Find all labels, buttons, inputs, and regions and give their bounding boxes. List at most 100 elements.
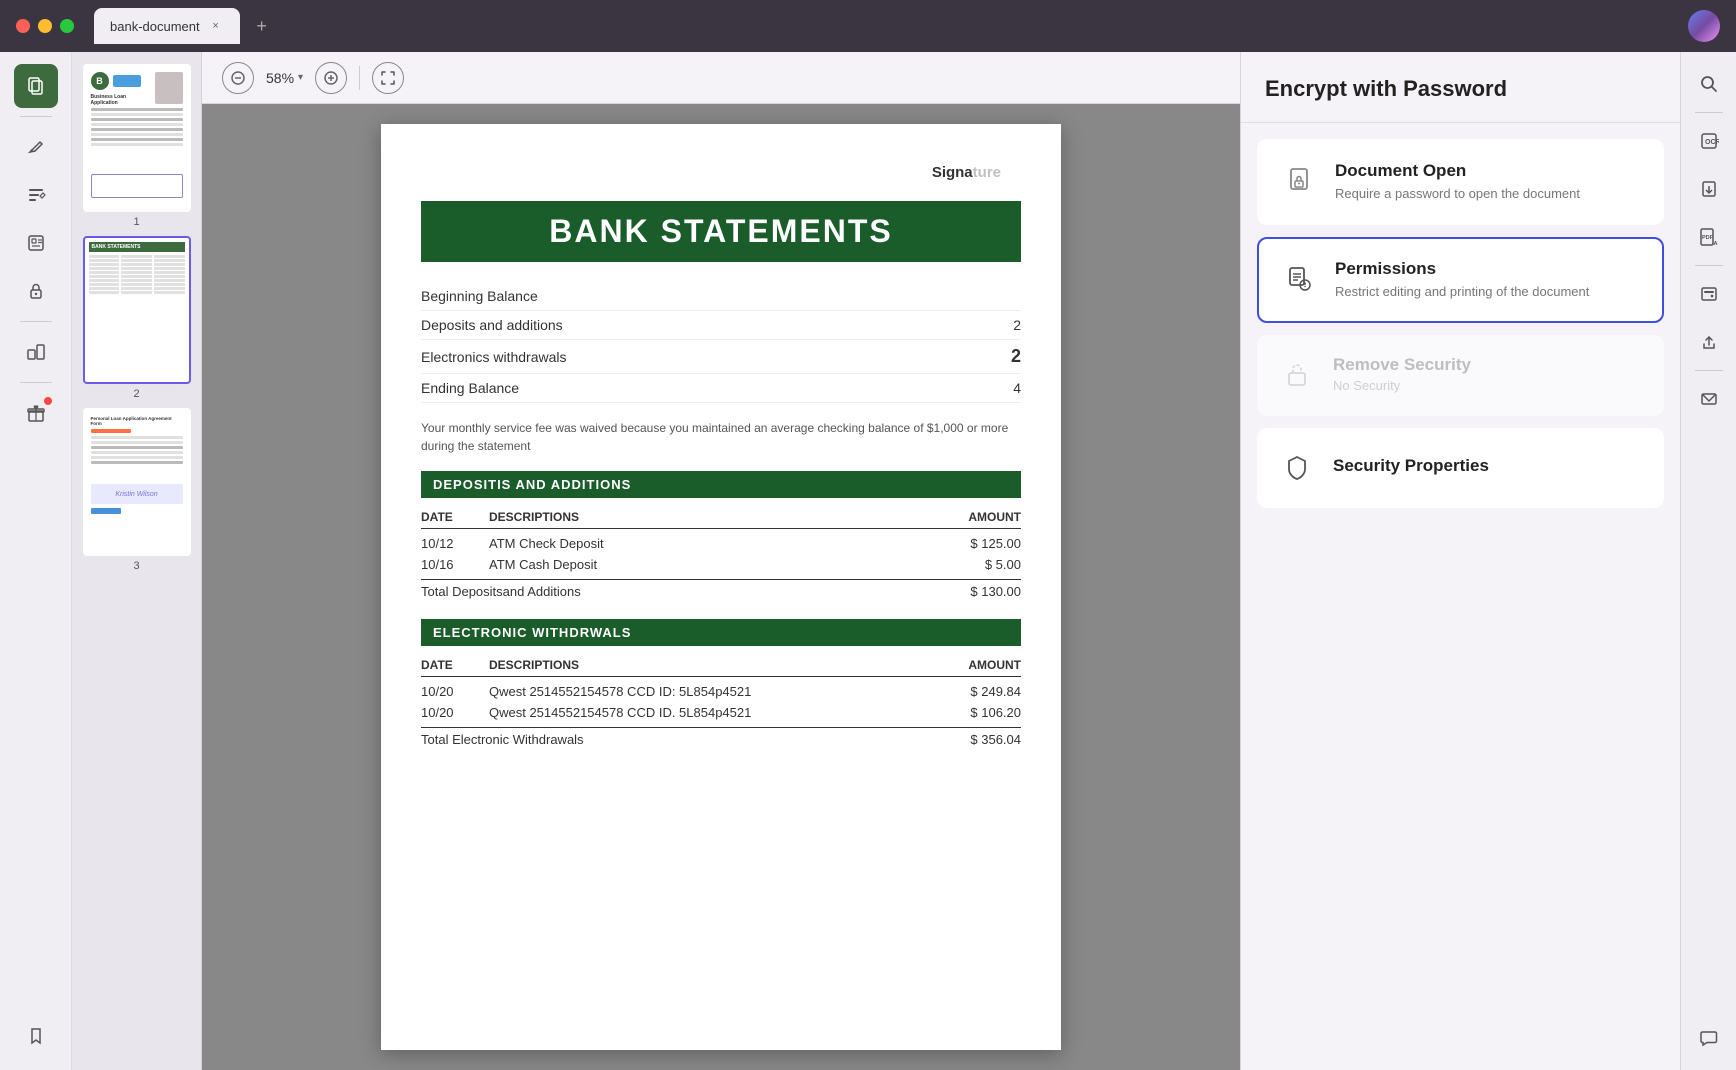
notification-dot	[44, 397, 52, 405]
withdrawals-desc-1: Qwest 2514552154578 CCD ID: 5L854p4521	[481, 684, 941, 699]
zoom-dropdown-arrow: ▾	[298, 72, 303, 83]
share-icon	[1699, 332, 1719, 352]
close-button[interactable]	[16, 19, 30, 33]
far-right-search[interactable]	[1689, 64, 1729, 104]
redact-icon	[1699, 284, 1719, 304]
bank-row-value-deposits: 2	[1013, 317, 1021, 333]
document-open-option[interactable]: Document Open Require a password to open…	[1257, 139, 1664, 225]
far-right-comment[interactable]	[1689, 1018, 1729, 1058]
deposits-total-label: Total Depositsand Additions	[421, 584, 581, 599]
minimize-button[interactable]	[38, 19, 52, 33]
thumb-signature-box	[91, 174, 183, 198]
zoom-in-button[interactable]	[315, 62, 347, 94]
gift-icon	[25, 402, 47, 424]
user-avatar[interactable]	[1688, 10, 1720, 42]
tab-bar: bank-document × +	[94, 8, 276, 44]
thumbnail-page-2[interactable]: BANK STATEMENTS 2	[80, 236, 193, 400]
thumb-p3-title: Personal Loan Application Agreement Form	[91, 416, 183, 426]
bank-row-value-electronics: 2	[1011, 346, 1021, 367]
thumb-lines	[91, 108, 183, 146]
thumbnail-page-1[interactable]: B Business LoanApplication	[80, 64, 193, 228]
deposits-row-2: 10/16 ATM Cash Deposit $ 5.00	[421, 554, 1021, 575]
ocr-icon: OCR	[1699, 131, 1719, 151]
sidebar-item-edit[interactable]	[14, 173, 58, 217]
permissions-option[interactable]: Permissions Restrict editing and printin…	[1257, 237, 1664, 323]
far-right-extract[interactable]	[1689, 169, 1729, 209]
document-open-icon	[1279, 161, 1319, 201]
deposits-row-1: 10/12 ATM Check Deposit $ 125.00	[421, 533, 1021, 554]
forms-icon	[25, 232, 47, 254]
security-properties-option[interactable]: Security Properties	[1257, 428, 1664, 508]
thumb-content-1: B Business LoanApplication	[85, 66, 189, 210]
search-icon	[1699, 74, 1719, 94]
pdf-viewer: 58% ▾	[202, 52, 1240, 1070]
plus-icon	[324, 71, 338, 85]
sidebar-item-protect[interactable]	[14, 269, 58, 313]
bank-row-electronics: Electronics withdrawals 2	[421, 340, 1021, 374]
bank-row-label-beginning: Beginning Balance	[421, 288, 538, 304]
zoom-display[interactable]: 58% ▾	[266, 70, 303, 86]
new-tab-button[interactable]: +	[248, 12, 276, 40]
right-panel-header: Encrypt with Password	[1241, 52, 1680, 123]
thumb-signature-img: Kristin Wilson	[91, 484, 183, 504]
bank-row-label-electronics: Electronics withdrawals	[421, 349, 567, 365]
thumb-label-3: 3	[133, 560, 139, 572]
withdrawals-date-1: 10/20	[421, 684, 481, 699]
withdrawals-date-2: 10/20	[421, 705, 481, 720]
thumb-table	[89, 255, 185, 294]
signature-label: Signature	[421, 164, 1021, 181]
thumbnail-page-3[interactable]: Personal Loan Application Agreement Form…	[80, 408, 193, 572]
withdrawals-row-1: 10/20 Qwest 2514552154578 CCD ID: 5L854p…	[421, 681, 1021, 702]
thumb-highlight	[91, 429, 131, 433]
far-right-ocr[interactable]: OCR	[1689, 121, 1729, 161]
fit-icon	[380, 70, 396, 86]
svg-text:/A: /A	[1712, 241, 1718, 247]
thumbnail-panel: B Business LoanApplication	[72, 52, 202, 1070]
document-open-desc: Require a password to open the document	[1335, 185, 1580, 203]
deposits-desc-2: ATM Cash Deposit	[481, 557, 941, 572]
remove-security-icon	[1277, 355, 1317, 395]
sidebar-item-annotate[interactable]	[14, 125, 58, 169]
right-panel: Encrypt with Password Document Open Requ…	[1240, 52, 1680, 1070]
sidebar-item-bookmark[interactable]	[14, 1014, 58, 1058]
bank-row-deposits: Deposits and additions 2	[421, 311, 1021, 340]
far-right-pdfa[interactable]: PDF /A	[1689, 217, 1729, 257]
sidebar-item-organize[interactable]	[14, 330, 58, 374]
permissions-icon	[1279, 259, 1319, 299]
far-right-sidebar: OCR PDF /A	[1680, 52, 1736, 1070]
protect-icon	[25, 280, 47, 302]
permissions-title: Permissions	[1335, 259, 1589, 279]
deposits-col-date: DATE	[421, 510, 481, 524]
deposits-amount-1: $ 125.00	[941, 536, 1021, 551]
minus-icon	[231, 71, 245, 85]
sidebar-item-gift[interactable]	[14, 391, 58, 435]
thumb-frame-1: B Business LoanApplication	[83, 64, 191, 212]
sidebar-item-forms[interactable]	[14, 221, 58, 265]
far-right-div-3	[1695, 370, 1723, 371]
withdrawals-total-row: Total Electronic Withdrawals $ 356.04	[421, 727, 1021, 751]
pdf-content[interactable]: Signature BANK STATEMENTS Beginning Bala…	[202, 104, 1240, 1070]
far-right-share[interactable]	[1689, 322, 1729, 362]
tab-bank-document[interactable]: bank-document ×	[94, 8, 240, 44]
deposits-total-row: Total Depositsand Additions $ 130.00	[421, 579, 1021, 603]
bank-row-beginning: Beginning Balance	[421, 282, 1021, 311]
zoom-out-button[interactable]	[222, 62, 254, 94]
svg-text:OCR: OCR	[1705, 139, 1719, 146]
deposits-date-1: 10/12	[421, 536, 481, 551]
far-right-div-2	[1695, 265, 1723, 266]
thumb-frame-3: Personal Loan Application Agreement Form…	[83, 408, 191, 556]
sidebar-item-pages[interactable]	[14, 64, 58, 108]
fit-to-page-button[interactable]	[372, 62, 404, 94]
far-right-redact[interactable]	[1689, 274, 1729, 314]
toolbar-separator	[359, 66, 360, 90]
remove-security-option[interactable]: Remove Security No Security	[1257, 335, 1664, 415]
deposits-header: DEPOSITIS AND ADDITIONS	[421, 471, 1021, 498]
far-right-email[interactable]	[1689, 379, 1729, 419]
tab-close-button[interactable]: ×	[208, 18, 224, 34]
far-right-bottom	[1689, 1018, 1729, 1058]
organize-icon	[25, 341, 47, 363]
pages-icon	[25, 75, 47, 97]
maximize-button[interactable]	[60, 19, 74, 33]
thumb-content-3: Personal Loan Application Agreement Form…	[85, 410, 189, 554]
deposits-col-headers: DATE DESCRIPTIONS AMOUNT	[421, 506, 1021, 529]
